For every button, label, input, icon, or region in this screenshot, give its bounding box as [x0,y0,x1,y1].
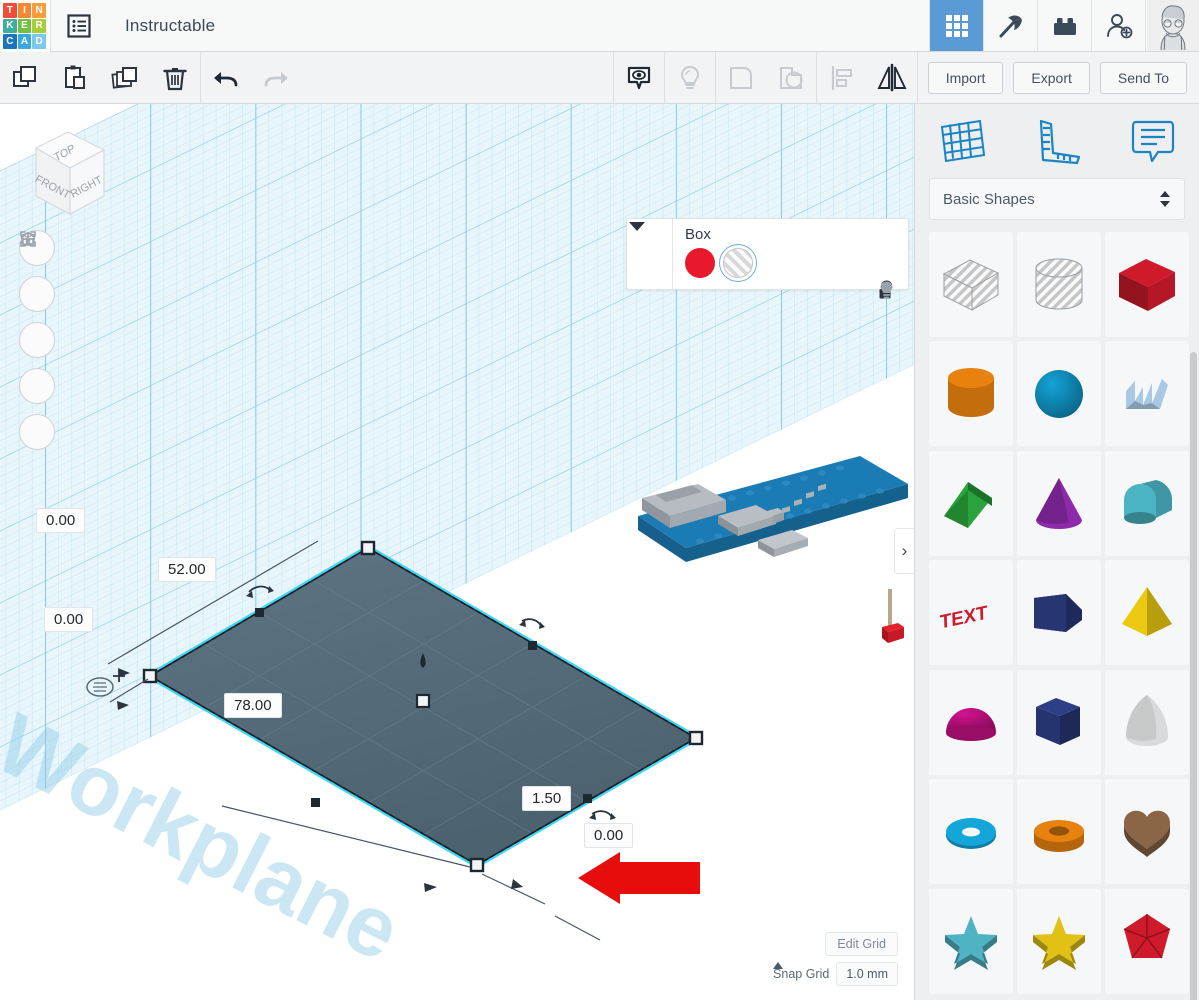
shape-sphere[interactable] [1017,341,1101,447]
view-cube[interactable]: TOP FRONT RIGHT [18,120,118,230]
shape-heart[interactable] [1105,779,1189,885]
dim-offset-y[interactable]: 0.00 [44,607,94,632]
shape-polyhedron[interactable] [1105,888,1189,994]
paste-icon[interactable] [50,52,100,103]
dim-height[interactable]: 1.50 [522,786,572,811]
edit-grid-button[interactable]: Edit Grid [825,932,898,956]
snap-grid-select[interactable]: 1.0 mm [773,962,898,986]
export-button[interactable]: Export [1013,61,1090,94]
shape-cone[interactable] [1017,450,1101,556]
logo-letter-t: T [3,3,17,18]
shape-text[interactable]: TEXT [929,560,1013,666]
snap-grid-value: 1.0 mm [846,967,888,981]
undo-icon[interactable] [201,52,251,103]
shape-pyramid[interactable] [1105,560,1189,666]
import-button[interactable]: Import [927,61,1004,94]
workplane-tab-icon[interactable] [915,117,1010,165]
solid-color-swatch[interactable] [685,248,715,278]
group-icon[interactable] [716,52,766,103]
pickaxe-tools-icon[interactable] [983,0,1037,51]
logo-letter-r: R [32,18,46,34]
ruler-tab-icon[interactable] [1010,117,1105,165]
dim-length[interactable]: 78.00 [224,693,282,718]
shape-hole-cylinder[interactable] [1017,232,1101,337]
chevron-up-icon [773,962,784,969]
align-icon[interactable] [817,52,867,103]
add-person-icon[interactable] [1091,0,1145,51]
notes-tab-icon[interactable] [1104,117,1199,165]
divider [916,52,918,103]
red-pin-component [882,589,904,643]
zoom-out-icon[interactable] [19,238,55,404]
shape-scribble[interactable] [1105,341,1189,447]
shape-polygon-wedge[interactable] [1017,560,1101,666]
shape-torus[interactable] [929,779,1013,885]
shape-panel-title: Box [685,226,711,243]
grid-apps-icon[interactable] [929,0,983,51]
shape-category-select[interactable]: Basic Shapes [929,178,1185,220]
red-arrow-annotation [578,852,700,904]
delete-trash-icon[interactable] [150,52,200,103]
copy-icon[interactable] [0,52,50,103]
redo-icon[interactable] [251,52,301,103]
snap-grid-label: Snap Grid [773,967,830,981]
collapse-triangle-icon[interactable] [627,219,673,289]
tinkercad-app: TINKERCAD Instructable Import Export Sen… [0,0,1199,1000]
updown-chevron-icon [1160,191,1170,207]
eye-visibility-icon[interactable] [614,52,664,103]
duplicate-icon[interactable] [100,52,150,103]
logo-letter-i: I [17,3,32,18]
shape-library-grid: TEXT [915,232,1199,994]
fit-to-view-icon[interactable] [19,231,55,312]
tinkercad-logo[interactable]: TINKERCAD [0,0,50,52]
lightbulb-icon[interactable] [665,52,715,103]
shape-star-yellow[interactable] [1017,888,1101,994]
shapes-sidebar: Basic Shapes TEXT [914,104,1199,1000]
shape-hole-box[interactable] [929,232,1013,337]
shape-half-sphere[interactable] [929,669,1013,775]
top-bar: TINKERCAD Instructable [0,0,1199,52]
sidebar-scrollbar[interactable] [1190,352,1197,1000]
shape-star-teal[interactable] [929,888,1013,994]
main-toolbar: Import Export Send To [0,52,1199,104]
logo-letter-a: A [17,34,32,49]
list-menu-icon[interactable] [51,0,107,51]
lego-brick-icon[interactable] [1037,0,1091,51]
send-to-button[interactable]: Send To [1099,61,1187,94]
3d-canvas[interactable]: Workplane TOP FRONT RIGHT 52.00 0.00 0.0… [0,104,914,1000]
logo-letter-n: N [32,3,46,18]
shape-box[interactable] [1105,232,1189,337]
logo-letter-c: C [3,34,17,49]
mirror-flip-icon[interactable] [867,52,917,103]
shape-roof[interactable] [929,450,1013,556]
zoom-in-icon[interactable] [19,232,55,358]
shape-category-label: Basic Shapes [943,190,1035,208]
navigation-controls [19,230,63,460]
user-avatar[interactable] [1145,0,1199,51]
hole-swatch[interactable] [723,248,753,278]
shape-paraboloid[interactable] [1105,669,1189,775]
shape-round-roof[interactable] [1105,450,1189,556]
shape-properties-panel: Box [626,218,909,299]
snap-grid-control: Snap Grid 1.0 mm [773,962,898,986]
sidebar-tabs [915,104,1199,178]
svg-text:TEXT: TEXT [940,602,988,633]
panel-collapse-chevron[interactable]: › [894,528,914,574]
perspective-toggle-icon[interactable] [19,232,55,450]
dim-width[interactable]: 52.00 [158,557,216,582]
shape-hexagonal-prism[interactable] [1017,669,1101,775]
shape-tube[interactable] [1017,779,1101,885]
shape-cylinder[interactable] [929,341,1013,447]
move-handle [415,693,431,709]
dim-offset-z[interactable]: 0.00 [584,823,634,848]
logo-letter-d: D [32,34,46,49]
logo-letter-k: K [3,18,17,34]
logo-letter-e: E [17,18,32,34]
project-title: Instructable [125,15,216,35]
dim-offset-x[interactable]: 0.00 [36,508,86,533]
ungroup-icon[interactable] [766,52,816,103]
